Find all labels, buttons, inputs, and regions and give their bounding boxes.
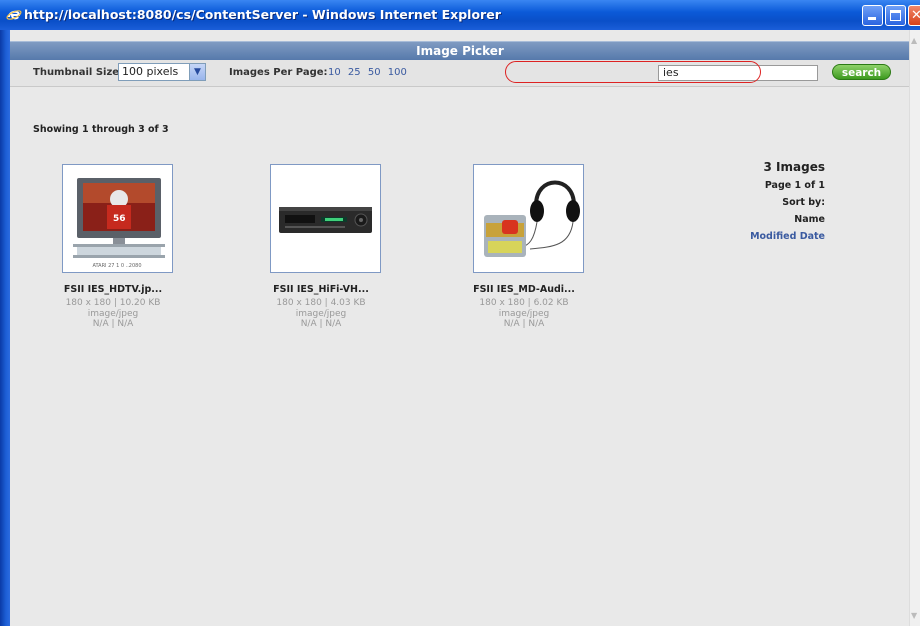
per-page-10-link[interactable]: 10 bbox=[328, 67, 341, 78]
hdtv-thumbnail-image: 56 ATARI 27 1 0 ..2080 bbox=[73, 178, 165, 269]
thumbnail-size-value: 100 pixels bbox=[122, 65, 179, 78]
image-name[interactable]: FSII IES_MD-Audi... bbox=[449, 284, 599, 295]
minimize-button[interactable] bbox=[862, 5, 883, 26]
window-title: http://localhost:8080/cs/ContentServer -… bbox=[24, 7, 501, 22]
images-per-page-options: 10 25 50 100 bbox=[328, 67, 411, 78]
maximize-icon bbox=[890, 10, 901, 21]
vertical-scrollbar[interactable]: ▲ ▼ bbox=[909, 30, 920, 626]
toolbar: Thumbnail Size: 100 pixels ▼ Images Per … bbox=[10, 60, 910, 87]
image-thumbnail[interactable] bbox=[270, 164, 381, 273]
image-type: image/jpeg bbox=[498, 309, 550, 319]
thumbnail-size-label: Thumbnail Size: bbox=[33, 67, 124, 78]
scroll-up-icon[interactable]: ▲ bbox=[911, 36, 917, 45]
thumbnail-size-select[interactable]: 100 pixels ▼ bbox=[118, 63, 206, 81]
window-left-border bbox=[0, 30, 10, 626]
image-name[interactable]: FSII IES_HDTV.jp... bbox=[38, 284, 188, 295]
image-name[interactable]: FSII IES_HiFi-VH... bbox=[246, 284, 396, 295]
image-type: image/jpeg bbox=[87, 309, 139, 319]
search-button[interactable]: search bbox=[832, 64, 891, 80]
minimize-icon bbox=[868, 17, 876, 20]
image-dimensions: 180 x 180 | 10.20 KB bbox=[65, 298, 161, 308]
image-extra: N/A | N/A bbox=[300, 319, 342, 329]
image-extra: N/A | N/A bbox=[503, 319, 545, 329]
page-indicator: Page 1 of 1 bbox=[764, 180, 825, 191]
top-strip bbox=[10, 30, 910, 41]
image-count: 3 Images bbox=[763, 160, 825, 174]
hdtv-caption: ATARI 27 1 0 ..2080 bbox=[92, 263, 141, 269]
dialog-title: Image Picker bbox=[10, 41, 910, 60]
image-dimensions: 180 x 180 | 6.02 KB bbox=[479, 298, 569, 308]
image-type: image/jpeg bbox=[295, 309, 347, 319]
svg-text:56: 56 bbox=[113, 214, 126, 224]
per-page-100-link[interactable]: 100 bbox=[388, 67, 407, 78]
sort-by-name[interactable]: Name bbox=[750, 214, 825, 225]
window-titlebar: http://localhost:8080/cs/ContentServer -… bbox=[0, 0, 920, 30]
chevron-down-icon[interactable]: ▼ bbox=[189, 64, 205, 80]
sort-by-modified-date-link[interactable]: Modified Date bbox=[750, 231, 825, 242]
image-dimensions: 180 x 180 | 4.03 KB bbox=[276, 298, 366, 308]
scroll-down-icon[interactable]: ▼ bbox=[911, 611, 917, 620]
results-summary: 3 Images Page 1 of 1 Sort by: Name Modif… bbox=[750, 160, 825, 242]
image-thumbnail[interactable]: 56 ATARI 27 1 0 ..2080 bbox=[62, 164, 173, 273]
per-page-25-link[interactable]: 25 bbox=[348, 67, 361, 78]
close-button[interactable]: ✕ bbox=[908, 5, 920, 26]
md-audio-thumbnail-image bbox=[484, 180, 580, 257]
per-page-50-link[interactable]: 50 bbox=[368, 67, 381, 78]
internet-explorer-icon bbox=[6, 10, 22, 20]
image-thumbnail[interactable] bbox=[473, 164, 584, 273]
vhs-thumbnail-image bbox=[279, 207, 372, 233]
highlight-annotation bbox=[505, 61, 761, 83]
results-range: Showing 1 through 3 of 3 bbox=[33, 124, 169, 135]
images-per-page-label: Images Per Page: bbox=[229, 67, 328, 78]
dialog-body: Image Picker Thumbnail Size: 100 pixels … bbox=[10, 30, 920, 626]
sort-label: Sort by: bbox=[782, 197, 825, 208]
maximize-button[interactable] bbox=[885, 5, 906, 26]
image-extra: N/A | N/A bbox=[92, 319, 134, 329]
close-icon: ✕ bbox=[911, 8, 920, 23]
